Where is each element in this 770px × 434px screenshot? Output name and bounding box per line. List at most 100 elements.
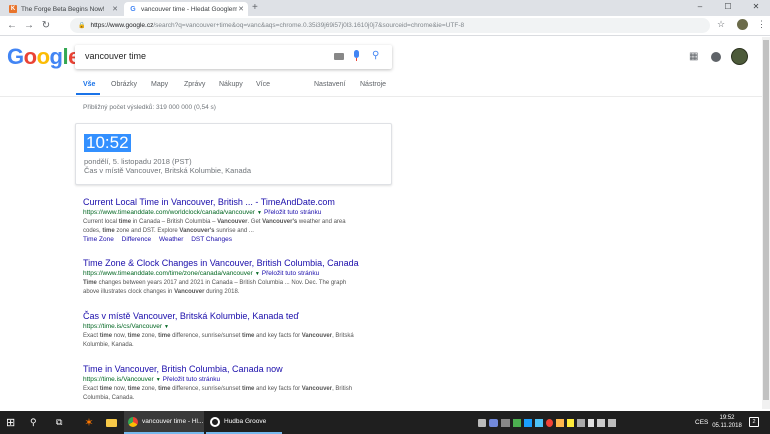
dropdown-arrow-icon: ▼ [155, 377, 161, 383]
search-input[interactable]: vancouver time [75, 45, 392, 69]
volume-icon[interactable] [588, 418, 594, 427]
apps-grid-icon[interactable]: ▦ [689, 52, 698, 62]
account-avatar[interactable] [731, 48, 748, 65]
google-logo[interactable]: Google [7, 44, 80, 70]
result-title-link[interactable]: Time Zone & Clock Changes in Vancouver, … [83, 258, 403, 269]
search-tabs: Vše Obrázky Mapy Zprávy Nákupy Více Nast… [0, 80, 770, 97]
close-window-button[interactable]: ✕ [742, 0, 770, 14]
chrome-menu-icon[interactable]: ⋮ [757, 19, 766, 30]
forward-button[interactable]: → [23, 19, 35, 33]
translate-link[interactable]: Přeložit tuto stránku [163, 376, 220, 383]
search-icon[interactable]: ⚲ [372, 50, 379, 61]
discord-icon[interactable] [489, 418, 498, 427]
microphone-icon[interactable] [353, 50, 359, 62]
notifications-icon[interactable] [711, 52, 721, 62]
result-title-link[interactable]: Current Local Time in Vancouver, British… [83, 197, 403, 208]
tab-title: vancouver time - Hledat Googlem [141, 5, 237, 13]
tab-settings[interactable]: Nastavení [314, 81, 346, 88]
maximize-button[interactable]: ☐ [714, 0, 742, 14]
close-tab-icon[interactable]: ✕ [111, 5, 119, 13]
window-controls: – ☐ ✕ [686, 0, 770, 14]
avast-icon[interactable]: ✶ [82, 411, 96, 434]
search-result: Time Zone & Clock Changes in Vancouver, … [83, 258, 403, 296]
current-date: pondělí, 5. listopadu 2018 (PST) [84, 157, 192, 166]
search-result: Čas v místě Vancouver, Britská Kolumbie,… [83, 311, 403, 349]
back-button[interactable]: ← [6, 19, 18, 33]
reload-button[interactable]: ↻ [40, 19, 52, 33]
address-bar[interactable]: 🔒 https://www.google.cz/search?q=vancouv… [70, 18, 710, 33]
minimize-button[interactable]: – [686, 0, 714, 14]
taskbar-clock[interactable]: 19:52 05.11.2018 [712, 414, 742, 430]
new-tab-button[interactable]: + [252, 2, 258, 14]
result-stats: Přibližný počet výsledků: 319 000 000 (0… [83, 104, 216, 111]
tab-maps[interactable]: Mapy [151, 81, 168, 88]
search-icon[interactable]: ⚲ [30, 411, 37, 434]
result-snippet: Current local time in Canada – British C… [83, 219, 346, 234]
result-snippet: Time changes between years 2017 and 2021… [83, 280, 347, 295]
sitelink[interactable]: Weather [159, 236, 183, 243]
close-tab-icon[interactable]: ✕ [237, 5, 245, 13]
chrome-icon [128, 416, 138, 427]
time-location: Čas v místě Vancouver, Britská Kolumbie,… [84, 166, 252, 175]
tray-app-icon[interactable] [567, 418, 574, 427]
sitelink[interactable]: Difference [122, 236, 152, 243]
search-result: Current Local Time in Vancouver, British… [83, 197, 403, 244]
sitelinks: Time Zone Difference Weather DST Changes [83, 235, 403, 244]
tab-more[interactable]: Více [256, 81, 270, 88]
result-title-link[interactable]: Čas v místě Vancouver, Britská Kolumbie,… [83, 311, 403, 322]
tray-up-arrow-icon[interactable] [478, 418, 486, 427]
dropdown-arrow-icon: ▼ [164, 324, 169, 330]
keyboard-icon[interactable] [334, 53, 344, 60]
tab-strip: K The Forge Beta Begins Now! ✕ G vancouv… [0, 0, 770, 16]
file-explorer-icon[interactable] [104, 411, 118, 434]
tab-forge[interactable]: K The Forge Beta Begins Now! ✕ [4, 2, 122, 16]
search-query: vancouver time [85, 51, 147, 61]
steam-icon[interactable] [535, 418, 543, 427]
google-icon: G [129, 5, 137, 13]
result-title-link[interactable]: Time in Vancouver, British Columbia, Can… [83, 364, 403, 375]
network-icon[interactable] [577, 418, 585, 427]
profile-avatar[interactable] [737, 19, 748, 30]
tab-images[interactable]: Obrázky [111, 81, 137, 88]
tab-news[interactable]: Zprávy [184, 81, 205, 88]
result-url: https://www.timeanddate.com/time/zone/ca… [83, 270, 320, 277]
tab-all[interactable]: Vše [83, 81, 95, 88]
bookmark-star-icon[interactable]: ☆ [717, 19, 725, 30]
tray-app-icon[interactable] [501, 418, 510, 427]
active-tab-indicator [76, 93, 100, 95]
taskbar-groove-button[interactable]: Hudba Groove [206, 411, 282, 434]
search-result: Time in Vancouver, British Columbia, Can… [83, 364, 403, 402]
system-tray [478, 411, 619, 434]
sitelink[interactable]: Time Zone [83, 236, 114, 243]
tab-shopping[interactable]: Nákupy [219, 81, 243, 88]
nvidia-icon[interactable] [513, 418, 521, 427]
tray-app-icon[interactable] [608, 418, 616, 427]
tray-app-icon[interactable] [546, 418, 553, 427]
dropdown-arrow-icon: ▼ [256, 210, 262, 216]
current-time: 10:52 [84, 133, 131, 152]
groove-music-icon [210, 416, 220, 427]
browser-toolbar: ← → ↻ 🔒 https://www.google.cz/search?q=v… [0, 16, 770, 36]
tray-app-icon[interactable] [597, 418, 605, 427]
result-url: https://time.is/Vancouver ▼ Přeložit tuto … [83, 376, 221, 383]
result-snippet: Exact time now, time zone, time differen… [83, 386, 353, 401]
tab-tools[interactable]: Nástroje [360, 81, 386, 88]
url-text: https://www.google.cz/search?q=vancouver… [90, 22, 465, 29]
result-url: https://www.timeanddate.com/worldclock/c… [83, 209, 322, 216]
windows-taskbar: ⊞ ⚲ ⧉ ✶ vancouver time - Hl... Hudba Gro… [0, 411, 770, 434]
translate-link[interactable]: Přeložit tuto stránku [264, 209, 321, 216]
avast-tray-icon[interactable] [556, 418, 564, 427]
sitelink[interactable]: DST Changes [191, 236, 232, 243]
scrollbar-thumb[interactable] [763, 40, 769, 400]
time-answer-card: 10:52 pondělí, 5. listopadu 2018 (PST) Č… [75, 123, 392, 185]
lock-icon: 🔒 [78, 23, 86, 29]
input-language[interactable]: CES [695, 411, 708, 434]
tab-google-search[interactable]: G vancouver time - Hledat Googlem ✕ [124, 2, 248, 16]
translate-link[interactable]: Přeložit tuto stránku [262, 270, 319, 277]
task-view-icon[interactable]: ⧉ [56, 411, 62, 434]
result-snippet: Exact time now, time zone, time differen… [83, 333, 354, 348]
taskbar-chrome-button[interactable]: vancouver time - Hl... [124, 411, 204, 434]
action-center-icon[interactable]: 2 [749, 417, 759, 427]
windows-start-icon[interactable]: ⊞ [6, 411, 15, 434]
tray-app-icon[interactable] [524, 418, 532, 427]
